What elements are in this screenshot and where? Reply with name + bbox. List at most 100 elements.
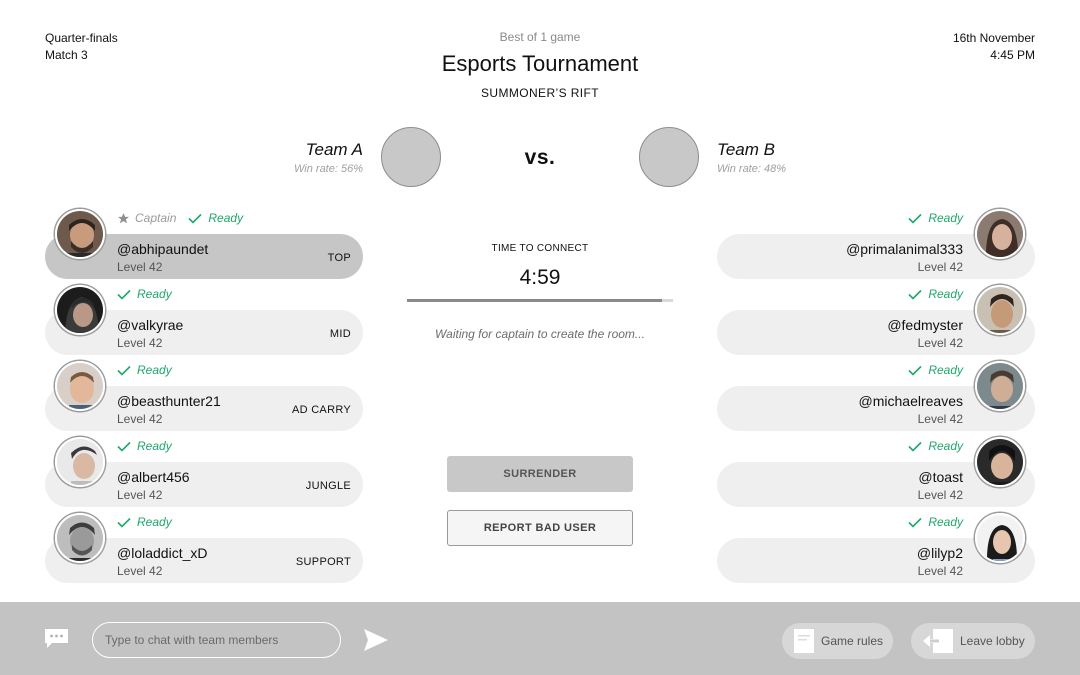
player-handle: @beasthunter21 [117,393,221,409]
captain-badge: Captain [117,211,176,225]
ready-label: Ready [137,363,172,377]
avatar [975,209,1025,259]
player-role: JUNGLE [305,480,351,492]
team-b-player-3[interactable]: Ready @michaelreaves Level 42 [717,361,1035,431]
ready-label: Ready [928,439,963,453]
ready-label: Ready [137,515,172,529]
report-bad-user-button[interactable]: REPORT BAD USER [447,510,633,546]
schedule-info: 16th November 4:45 PM [953,30,1035,64]
checkmark-icon [908,289,922,300]
avatar [55,513,105,563]
surrender-button[interactable]: SURRENDER [447,456,633,492]
checkmark-icon [117,517,131,528]
player-status: Ready [117,363,172,377]
leave-lobby-button[interactable]: Leave lobby [911,623,1035,659]
team-b-player-1[interactable]: Ready @primalanimal333 Level 42 [717,209,1035,279]
checkmark-icon [908,365,922,376]
avatar [975,285,1025,335]
player-level: Level 42 [917,260,963,274]
checkmark-icon [117,441,131,452]
ready-label: Ready [928,363,963,377]
team-a-player-3[interactable]: Ready @beasthunter21 Level 42 AD CARRY [45,361,363,431]
avatar [55,437,105,487]
checkmark-icon [908,517,922,528]
team-a-player-2[interactable]: Ready @valkyrae Level 42 MID [45,285,363,355]
ready-badge: Ready [188,211,243,225]
team-a-player-4[interactable]: Ready @albert456 Level 42 JUNGLE [45,437,363,507]
player-level: Level 42 [917,488,963,502]
game-rules-button[interactable]: Game rules [782,623,893,659]
page-title: Esports Tournament [441,51,639,76]
checkmark-icon [908,441,922,452]
ready-label: Ready [208,211,244,225]
avatar [55,361,105,411]
player-status: Ready [908,287,963,301]
player-level: Level 42 [117,412,163,426]
document-icon [794,629,814,653]
player-status: Ready [908,211,963,225]
player-status: Ready [908,363,963,377]
ready-badge: Ready [908,515,963,529]
footer-bar: Game rules Leave lobby [0,602,1080,675]
player-handle: @albert456 [117,469,190,485]
team-b-player-4[interactable]: Ready @toast Level 42 [717,437,1035,507]
player-level: Level 42 [917,412,963,426]
send-icon[interactable] [364,628,388,652]
connect-progress-bar [407,299,673,302]
exit-arrow-icon [923,629,953,653]
match-time: 4:45 PM [990,48,1035,62]
match-format: Best of 1 game [499,30,581,44]
player-handle: @loladdict_xD [117,545,208,561]
game-rules-label: Game rules [821,634,884,648]
player-level: Level 42 [117,564,163,578]
player-handle: @fedmyster [887,317,963,333]
avatar [975,437,1025,487]
player-role: AD CARRY [291,404,351,416]
checkmark-icon [117,289,131,300]
player-level: Level 42 [117,488,163,502]
ready-badge: Ready [908,363,963,377]
player-status: Captain Ready [117,211,243,225]
ready-label: Ready [928,211,963,225]
checkmark-icon [908,213,922,224]
avatar [975,361,1025,411]
ready-label: Ready [928,515,963,529]
ready-badge: Ready [117,515,172,529]
ready-badge: Ready [908,211,963,225]
checkmark-icon [117,365,131,376]
player-status: Ready [117,515,172,529]
connect-progress-fill [407,299,663,302]
player-status: Ready [908,515,963,529]
player-handle: @toast [918,469,963,485]
ready-label: Ready [137,439,172,453]
versus-label: vs. [524,146,556,169]
player-level: Level 42 [917,336,963,350]
captain-label: Captain [135,211,177,225]
team-b-player-5[interactable]: Ready @lilyp2 Level 42 [717,513,1035,583]
ready-badge: Ready [117,439,172,453]
map-name: SUMMONER’S RIFT [481,86,599,100]
player-status: Ready [117,439,172,453]
player-handle: @michaelreaves [858,393,963,409]
team-a-player-5[interactable]: Ready @loladdict_xD Level 42 SUPPORT [45,513,363,583]
player-handle: @primalanimal333 [846,241,963,257]
ready-label: Ready [928,287,963,301]
ready-badge: Ready [117,363,172,377]
chat-bubble-icon[interactable] [45,629,68,648]
star-icon [118,212,129,223]
team-b-name: Team B [717,140,775,159]
checkmark-icon [188,213,202,224]
match-date: 16th November [952,31,1035,45]
team-b-logo [639,127,699,187]
avatar [975,513,1025,563]
leave-lobby-label: Leave lobby [960,634,1025,648]
page-header: Best of 1 game Esports Tournament SUMMON… [0,30,1080,100]
player-handle: @lilyp2 [916,545,963,561]
player-role: SUPPORT [295,556,351,568]
ready-badge: Ready [908,287,963,301]
ready-badge: Ready [908,439,963,453]
chat-input[interactable] [92,622,341,658]
player-level: Level 42 [917,564,963,578]
player-status: Ready [908,439,963,453]
team-b-player-2[interactable]: Ready @fedmyster Level 42 [717,285,1035,355]
